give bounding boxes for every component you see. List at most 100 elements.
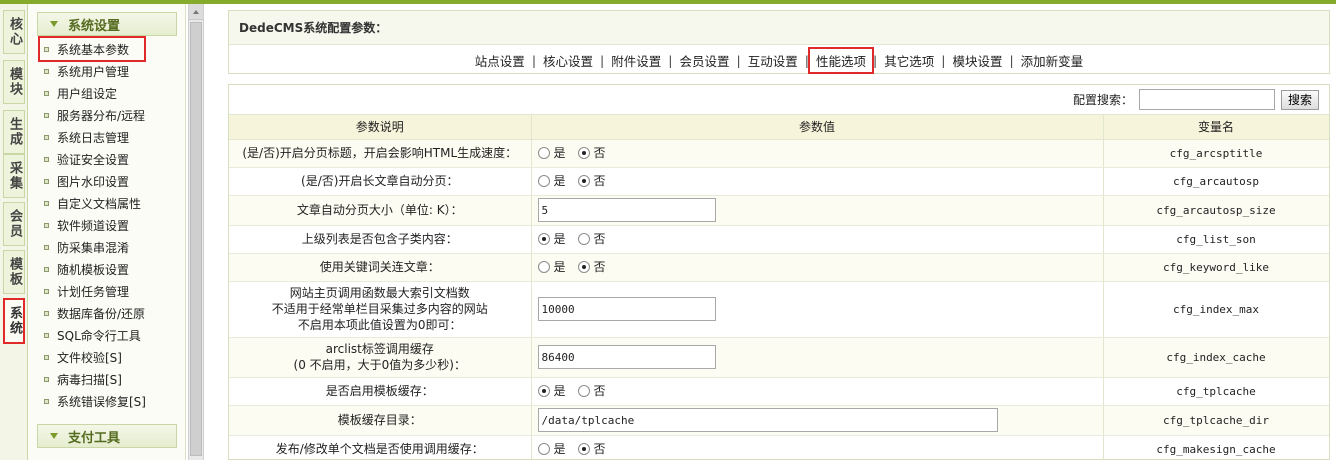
sidebar-item[interactable]: 病毒扫描[S] bbox=[40, 368, 180, 390]
sidebar-item[interactable]: 文件校验[S] bbox=[40, 346, 180, 368]
sidebar-item[interactable]: 验证安全设置 bbox=[40, 148, 180, 170]
radio-yes[interactable]: 是 bbox=[537, 382, 566, 399]
sidebar-item[interactable]: 自定义文档属性 bbox=[40, 192, 180, 214]
radio-yes[interactable]: 是 bbox=[537, 230, 566, 247]
table-row: (是/否)开启长文章自动分页：是否 cfg_arcautosp bbox=[229, 167, 1329, 196]
module-tab-system[interactable]: 系统 bbox=[3, 298, 25, 344]
table-row: 模板缓存目录： /data/tplcache cfg_tplcache_dir bbox=[229, 405, 1329, 436]
radio-label: 是 bbox=[553, 232, 566, 247]
column-header-var: 变量名 bbox=[1103, 115, 1329, 140]
sidebar-item[interactable]: 随机模板设置 bbox=[40, 258, 180, 280]
radio-label: 否 bbox=[593, 146, 606, 161]
radio-yes[interactable]: 是 bbox=[537, 258, 566, 275]
sidebar-item[interactable]: 系统日志管理 bbox=[40, 126, 180, 148]
module-tab-generate[interactable]: 生成 bbox=[3, 110, 25, 154]
config-table-panel: 配置搜索： 搜索 参数说明 参数值 变量名 (是/否)开启分页标题，开启会影响H… bbox=[228, 84, 1330, 460]
module-tab-templates[interactable]: 模板 bbox=[3, 250, 25, 294]
bullet-icon bbox=[44, 112, 49, 118]
bullet-icon bbox=[44, 376, 49, 382]
sidebar-item[interactable]: 数据库备份/还原 bbox=[40, 302, 180, 324]
bullet-icon bbox=[44, 178, 49, 184]
radio-circle-icon[interactable] bbox=[577, 146, 590, 159]
sidebar-section-payment-tools[interactable]: 支付工具 bbox=[37, 424, 177, 448]
module-tab-members[interactable]: 会员 bbox=[3, 202, 25, 246]
radio-no[interactable]: 否 bbox=[577, 382, 606, 399]
radio-circle-icon[interactable] bbox=[577, 232, 590, 245]
radio-no[interactable]: 否 bbox=[577, 172, 606, 189]
module-tab-modules[interactable]: 模块 bbox=[3, 60, 25, 104]
radio-no[interactable]: 否 bbox=[577, 144, 606, 161]
sidebar-item[interactable]: 软件频道设置 bbox=[40, 214, 180, 236]
sidebar-item[interactable]: 系统错误修复[S] bbox=[40, 390, 180, 412]
sidebar-item[interactable]: 计划任务管理 bbox=[40, 280, 180, 302]
expand-triangle-icon bbox=[50, 433, 58, 439]
sidebar-item[interactable]: 防采集串混淆 bbox=[40, 236, 180, 258]
radio-circle-icon[interactable] bbox=[577, 384, 590, 397]
radio-circle-icon[interactable] bbox=[577, 442, 590, 455]
radio-circle-icon[interactable] bbox=[537, 442, 550, 455]
sidebar-item[interactable]: SQL命令行工具 bbox=[40, 324, 180, 346]
sidebar-section-system-settings[interactable]: 系统设置 bbox=[37, 12, 177, 36]
radio-no[interactable]: 否 bbox=[577, 440, 606, 457]
sidebar-item-label: 验证安全设置 bbox=[57, 152, 130, 167]
sidebar-item[interactable]: 系统基本参数 bbox=[38, 36, 146, 62]
radio-circle-icon[interactable] bbox=[537, 260, 550, 273]
param-description: 模板缓存目录： bbox=[229, 405, 532, 436]
config-tab[interactable]: 站点设置 bbox=[469, 49, 531, 72]
config-tab[interactable]: 模块设置 bbox=[946, 49, 1008, 72]
sidebar-item[interactable]: 用户组设定 bbox=[40, 82, 180, 104]
param-value-input[interactable]: 5 bbox=[537, 198, 716, 222]
radio-label: 否 bbox=[593, 260, 606, 275]
config-tab[interactable]: 互动设置 bbox=[742, 49, 804, 72]
radio-yes[interactable]: 是 bbox=[537, 172, 566, 189]
config-tab[interactable]: 添加新变量 bbox=[1015, 49, 1090, 72]
table-row: 网站主页调用函数最大索引文档数 不适用于经常单栏目采集过多内容的网站 不启用本项此值… bbox=[229, 281, 1329, 338]
config-tab[interactable]: 其它选项 bbox=[878, 49, 940, 72]
scroll-thumb[interactable] bbox=[190, 22, 202, 456]
param-description-line: 网站主页调用函数最大索引文档数 bbox=[289, 286, 470, 300]
radio-yes[interactable]: 是 bbox=[537, 144, 566, 161]
radio-circle-icon[interactable] bbox=[577, 174, 590, 187]
bullet-icon bbox=[44, 90, 49, 96]
sidebar-menu: 系统基本参数 系统用户管理 用户组设定 服务器分布/远程 系统日志管理验证安全设置图片水… bbox=[38, 36, 180, 412]
sidebar-scrollbar[interactable] bbox=[188, 4, 204, 460]
radio-no[interactable]: 否 bbox=[577, 258, 606, 275]
bullet-icon bbox=[44, 68, 49, 74]
config-tab[interactable]: 附件设置 bbox=[605, 49, 667, 72]
radio-circle-icon[interactable] bbox=[577, 260, 590, 273]
scroll-up-arrow-icon[interactable] bbox=[189, 4, 203, 20]
param-description-line: 文章自动分页大小（单位: K）： bbox=[296, 203, 463, 217]
radio-no[interactable]: 否 bbox=[577, 230, 606, 247]
radio-circle-icon[interactable] bbox=[537, 174, 550, 187]
param-value: 5 bbox=[531, 195, 1104, 226]
sidebar-item[interactable]: 系统用户管理 bbox=[40, 60, 180, 82]
search-button[interactable]: 搜索 bbox=[1280, 89, 1319, 110]
table-header-row: 参数说明 参数值 变量名 bbox=[229, 115, 1329, 140]
param-description: 文章自动分页大小（单位: K）： bbox=[229, 195, 532, 226]
radio-label: 否 bbox=[593, 174, 606, 189]
sidebar-item[interactable]: 图片水印设置 bbox=[40, 170, 180, 192]
param-description-line: (是/否)开启长文章自动分页： bbox=[301, 174, 459, 188]
config-tab[interactable]: 核心设置 bbox=[537, 49, 599, 72]
config-table: 参数说明 参数值 变量名 (是/否)开启分页标题，开启会影响HTML生成速度： 是… bbox=[229, 115, 1329, 459]
config-tab[interactable]: 会员设置 bbox=[674, 49, 736, 72]
param-description-line: 不适用于经常单栏目采集过多内容的网站 bbox=[271, 302, 488, 316]
search-input[interactable] bbox=[1138, 89, 1275, 110]
radio-circle-icon[interactable] bbox=[537, 384, 550, 397]
radio-label: 否 bbox=[593, 442, 606, 457]
sidebar-item[interactable]: 服务器分布/远程 bbox=[40, 104, 180, 126]
radio-circle-icon[interactable] bbox=[537, 146, 550, 159]
param-value: 是否 bbox=[531, 435, 1104, 459]
param-value-input[interactable]: /data/tplcache bbox=[537, 408, 998, 432]
expand-triangle-icon bbox=[50, 21, 58, 27]
param-value-input[interactable]: 86400 bbox=[537, 345, 716, 369]
bullet-icon bbox=[44, 200, 49, 206]
radio-yes[interactable]: 是 bbox=[537, 440, 566, 457]
radio-circle-icon[interactable] bbox=[537, 232, 550, 245]
param-description: 是否启用模板缓存： bbox=[229, 377, 532, 406]
module-tab-collect[interactable]: 采集 bbox=[3, 154, 25, 198]
param-value-input[interactable]: 10000 bbox=[537, 297, 716, 321]
config-tab[interactable]: 性能选项 bbox=[807, 46, 874, 74]
sidebar-section-title: 支付工具 bbox=[68, 430, 121, 446]
module-tab-core[interactable]: 核心 bbox=[3, 10, 25, 54]
